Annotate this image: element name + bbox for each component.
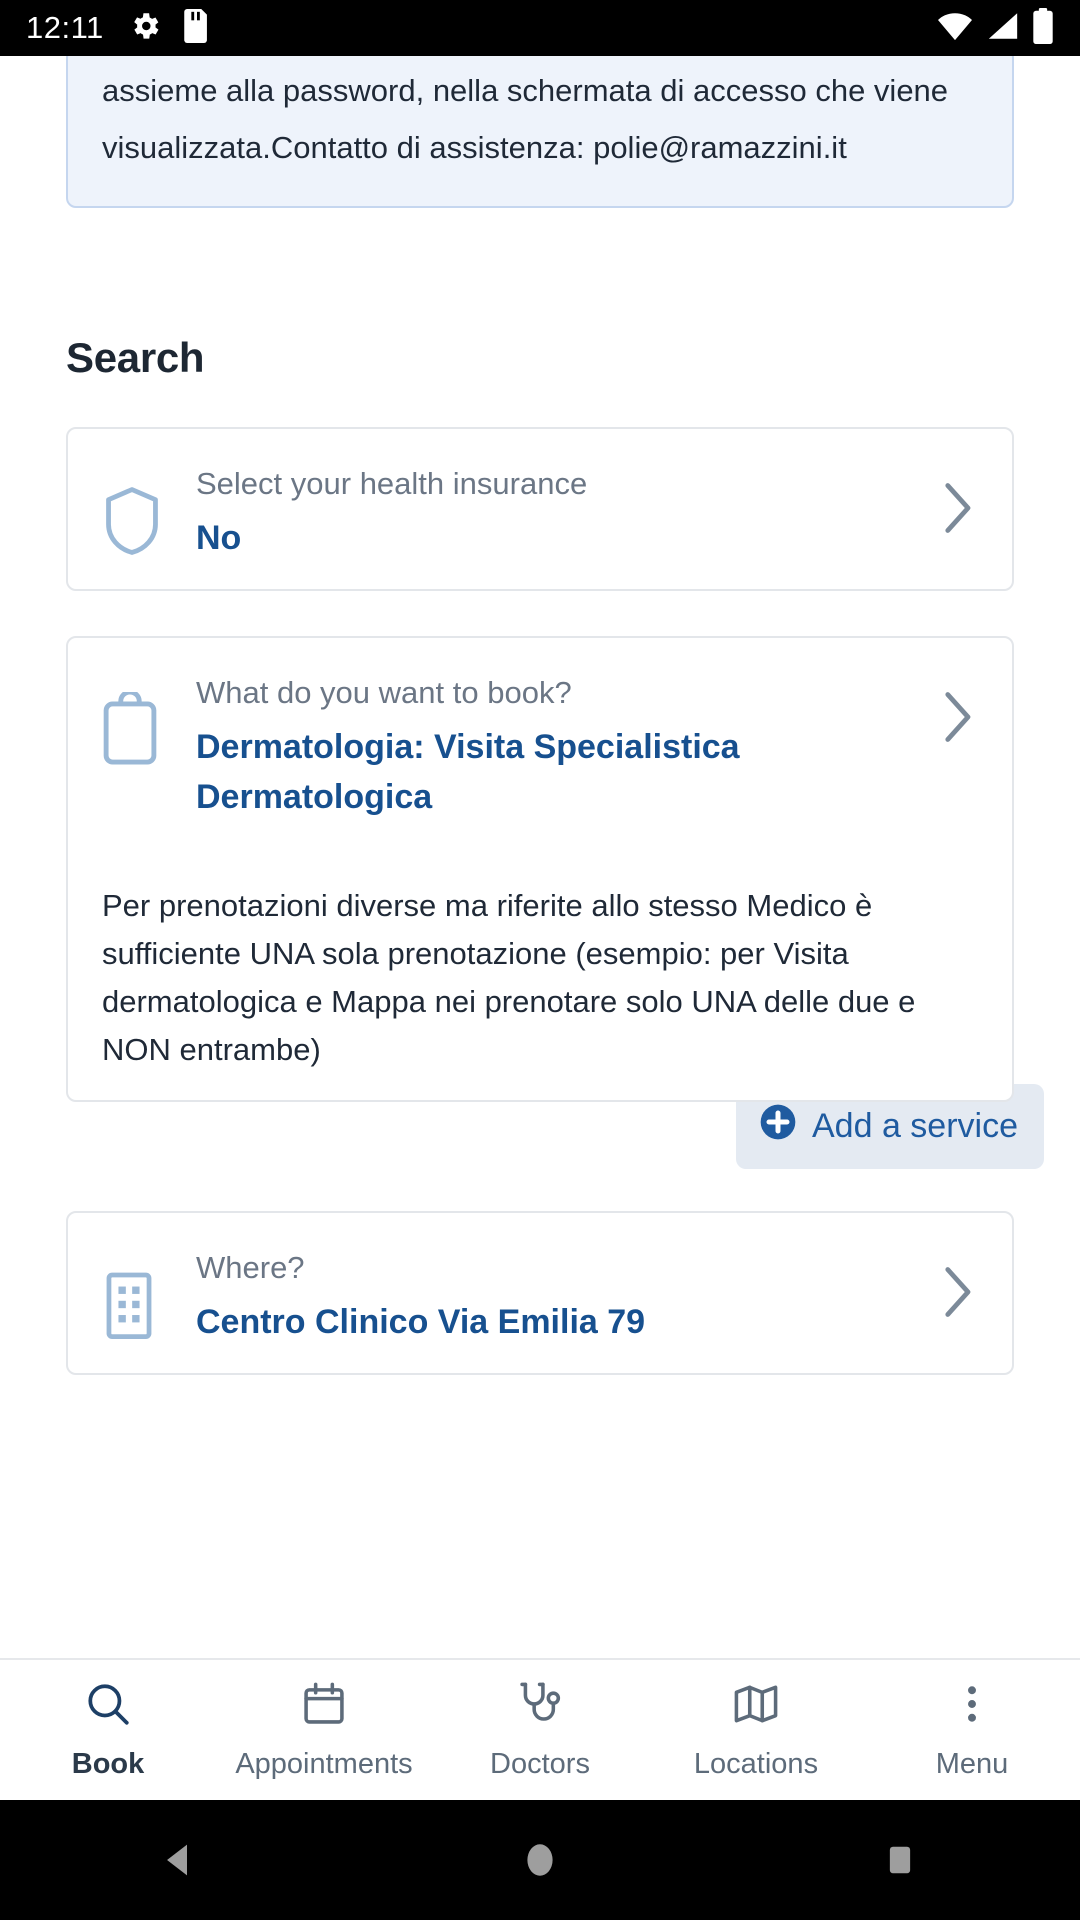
- page-title: Search: [66, 334, 205, 381]
- tab-appointments[interactable]: Appointments: [216, 1679, 432, 1781]
- building-icon: [100, 1239, 196, 1343]
- where-value: Centro Clinico Via Emilia 79: [196, 1303, 646, 1341]
- sd-card-icon: [184, 8, 210, 48]
- tab-label-book: Book: [71, 1748, 145, 1780]
- status-clock: 12:11: [26, 10, 104, 45]
- info-banner: assieme alla password, nella schermata d…: [66, 56, 1014, 208]
- where-card[interactable]: Where? Centro Clinico Via Emilia 79: [66, 1211, 1014, 1375]
- android-status-bar: 12:11: [0, 0, 1080, 56]
- tab-doctors[interactable]: Doctors: [432, 1679, 648, 1781]
- status-right-icons: [936, 7, 1054, 49]
- shield-icon: [100, 455, 196, 559]
- back-triangle-icon[interactable]: [120, 1839, 240, 1881]
- android-nav-bar: [0, 1800, 1080, 1920]
- cellular-signal-icon: [985, 9, 1021, 48]
- stethoscope-icon: [515, 1679, 565, 1734]
- home-circle-icon[interactable]: [480, 1839, 600, 1881]
- chevron-right-icon[interactable]: [932, 664, 986, 744]
- insurance-label: Select your health insurance: [196, 466, 588, 501]
- insurance-value: No: [196, 519, 242, 557]
- tab-book[interactable]: Book: [0, 1679, 216, 1781]
- tab-menu[interactable]: Menu: [864, 1679, 1080, 1781]
- status-left-icons: [128, 8, 210, 48]
- battery-icon: [1032, 7, 1054, 49]
- gear-icon: [128, 9, 162, 48]
- clipboard-icon: [100, 664, 196, 768]
- tab-label-locations: Locations: [693, 1748, 819, 1780]
- service-value: Dermatologia: Visita Specialistica Derma…: [196, 728, 740, 816]
- calendar-icon: [299, 1679, 349, 1734]
- app-scroll-content[interactable]: assieme alla password, nella schermata d…: [0, 56, 1080, 1638]
- chevron-right-icon[interactable]: [932, 1239, 986, 1319]
- bottom-tab-bar: Book Appointments Doctors Locations Menu: [0, 1658, 1080, 1800]
- tab-locations[interactable]: Locations: [648, 1679, 864, 1781]
- health-insurance-card[interactable]: Select your health insurance No: [66, 427, 1014, 591]
- tab-label-appointments: Appointments: [235, 1748, 413, 1780]
- service-card[interactable]: What do you want to book? Dermatologia: …: [66, 636, 1014, 1102]
- more-vertical-icon: [947, 1679, 997, 1734]
- service-description: Per prenotazioni diverse ma riferite all…: [102, 888, 916, 1067]
- chevron-right-icon[interactable]: [932, 455, 986, 535]
- add-service-label: Add a service: [812, 1107, 1018, 1145]
- search-icon: [83, 1679, 133, 1734]
- service-label: What do you want to book?: [196, 675, 572, 710]
- tab-label-menu: Menu: [935, 1748, 1009, 1780]
- recents-square-icon[interactable]: [840, 1839, 960, 1881]
- plus-circle-icon: [758, 1102, 798, 1151]
- where-label: Where?: [196, 1250, 305, 1285]
- map-icon: [730, 1679, 782, 1734]
- wifi-icon: [936, 9, 974, 48]
- tab-label-doctors: Doctors: [490, 1748, 590, 1780]
